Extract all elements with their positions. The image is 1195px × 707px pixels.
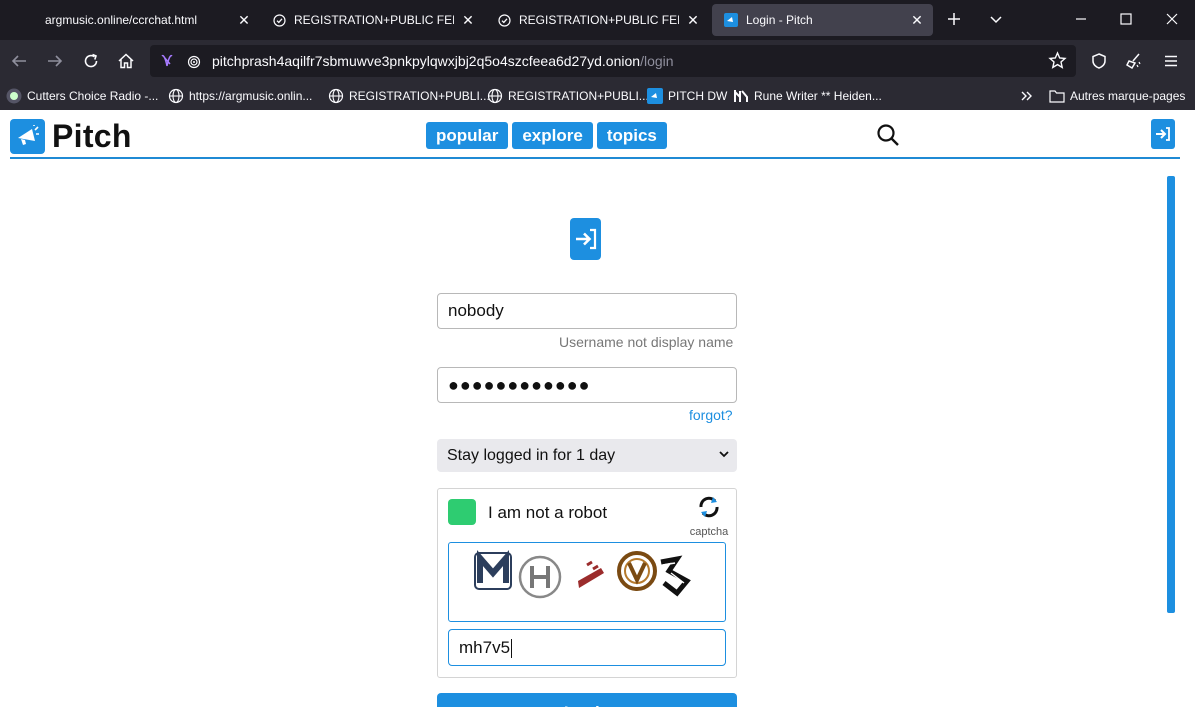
login-arrow-icon — [570, 218, 601, 260]
page-scrollbar[interactable] — [1167, 176, 1175, 613]
nav-popular[interactable]: popular — [426, 122, 509, 149]
minimize-icon[interactable] — [1058, 0, 1104, 38]
bookmark-label: https://argmusic.onlin... — [189, 89, 313, 103]
megaphone-icon — [10, 119, 45, 154]
password-input[interactable]: ●●●●●●●●●●●● — [437, 367, 737, 403]
captcha-widget: I am not a robot captcha mh7v5 — [437, 488, 737, 678]
new-identity-broom-icon[interactable] — [1122, 49, 1146, 73]
maximize-icon[interactable] — [1103, 0, 1149, 38]
bookmark-registration-2[interactable]: REGISTRATION+PUBLI... — [487, 87, 649, 105]
login-arrow-icon[interactable] — [1151, 119, 1175, 149]
top-navigation: popular explore topics — [426, 122, 667, 149]
bookmarks-overflow-chevron-icon[interactable] — [1020, 87, 1034, 105]
tab-title: Login - Pitch — [746, 13, 813, 27]
captcha-input[interactable]: mh7v5 — [448, 629, 726, 666]
bookmark-rune-writer[interactable]: Rune Writer ** Heiden... — [733, 87, 882, 105]
url-path: /login — [640, 53, 674, 69]
captcha-glyph-5 — [660, 555, 691, 597]
bookmark-label: PITCH DW — [668, 89, 728, 103]
captcha-input-value: mh7v5 — [459, 638, 511, 657]
pitch-icon — [647, 88, 663, 104]
bookmark-cutters-choice[interactable]: Cutters Choice Radio -... — [6, 87, 158, 105]
url-text[interactable]: pitchprash4aqilfr7sbmuwve3pnkpylqwxjbj2q… — [212, 53, 674, 69]
nav-topics[interactable]: topics — [596, 122, 667, 149]
text-caret — [511, 639, 513, 659]
globe-icon — [168, 88, 184, 104]
captcha-glyph-7 — [578, 560, 604, 588]
radio-icon — [6, 88, 22, 104]
captcha-glyph-m — [474, 549, 512, 590]
username-hint: Username not display name — [559, 334, 734, 350]
rune-icon — [733, 88, 749, 104]
chevron-down-icon — [719, 439, 729, 472]
bookmark-label: REGISTRATION+PUBLI... — [349, 89, 490, 103]
captcha-brand: captcha — [689, 526, 729, 538]
close-icon[interactable]: ✕ — [909, 12, 925, 28]
tor-onion-icon[interactable] — [160, 53, 174, 74]
captcha-checkbox[interactable] — [448, 499, 476, 525]
tab-registration-2[interactable]: REGISTRATION+PUBLIC FEED - ✕ — [485, 4, 709, 36]
nav-explore[interactable]: explore — [512, 122, 593, 149]
home-icon[interactable] — [114, 49, 138, 73]
stay-logged-in-value: Stay logged in for 1 day — [447, 447, 616, 464]
close-icon[interactable]: ✕ — [460, 12, 476, 28]
other-bookmarks-folder[interactable]: Autres marque-pages — [1049, 87, 1185, 105]
close-icon[interactable]: ✕ — [685, 12, 701, 28]
tab-title: REGISTRATION+PUBLIC FEED - — [519, 13, 679, 27]
site-name: Pitch — [52, 118, 132, 154]
bookmark-registration-1[interactable]: REGISTRATION+PUBLI... — [328, 87, 490, 105]
address-bar[interactable]: pitchprash4aqilfr7sbmuwve3pnkpylqwxjbj2q… — [150, 45, 1076, 77]
onion-site-icon[interactable] — [187, 53, 201, 74]
login-submit-button[interactable]: Login — [437, 693, 737, 707]
globe-icon — [487, 88, 503, 104]
navigation-toolbar: pitchprash4aqilfr7sbmuwve3pnkpylqwxjbj2q… — [0, 40, 1195, 82]
tab-argmusic[interactable]: argmusic.online/ccrchat.html ✕ — [0, 4, 260, 36]
bookmark-star-icon[interactable] — [1048, 51, 1067, 75]
captcha-glyph-v — [617, 551, 657, 591]
close-window-icon[interactable] — [1149, 0, 1195, 38]
menu-hamburger-icon[interactable] — [1159, 49, 1183, 73]
back-arrow-icon[interactable] — [7, 49, 31, 73]
check-circle-icon — [497, 13, 511, 27]
pitch-favicon-icon — [724, 13, 738, 27]
tab-title: REGISTRATION+PUBLIC FEED - — [294, 13, 454, 27]
folder-icon — [1049, 88, 1065, 104]
check-circle-icon — [272, 13, 286, 27]
captcha-label: I am not a robot — [488, 503, 608, 522]
new-tab-button[interactable] — [931, 0, 977, 38]
bookmark-label: REGISTRATION+PUBLI... — [508, 89, 649, 103]
captcha-image — [448, 542, 726, 622]
tab-list-chevron-icon[interactable] — [973, 0, 1019, 38]
captcha-refresh-icon — [696, 496, 722, 524]
reload-icon[interactable] — [79, 49, 103, 73]
stay-logged-in-select[interactable]: Stay logged in for 1 day — [437, 439, 737, 472]
site-logo[interactable]: Pitch — [10, 118, 132, 155]
close-icon[interactable]: ✕ — [236, 12, 252, 28]
forward-arrow-icon[interactable] — [43, 49, 67, 73]
bookmark-pitch-dw[interactable]: PITCH DW — [647, 87, 727, 105]
bookmark-label: Autres marque-pages — [1070, 89, 1186, 103]
url-host: pitchprash4aqilfr7sbmuwve3pnkpylqwxjbj2q… — [212, 53, 641, 69]
captcha-logo: captcha — [684, 494, 734, 538]
bookmark-argmusic[interactable]: https://argmusic.onlin... — [168, 87, 312, 105]
username-input[interactable]: nobody — [437, 293, 737, 329]
bookmarks-toolbar: Cutters Choice Radio -... https://argmus… — [0, 82, 1195, 110]
tab-bar: argmusic.online/ccrchat.html ✕ REGISTRAT… — [0, 0, 1195, 40]
shield-icon[interactable] — [1087, 49, 1111, 73]
globe-icon — [328, 88, 344, 104]
forgot-password-link[interactable]: forgot? — [689, 407, 733, 423]
tab-login-pitch[interactable]: Login - Pitch ✕ — [712, 4, 933, 36]
site-header: Pitch popular explore topics — [10, 114, 1180, 159]
search-icon[interactable] — [876, 123, 900, 147]
bookmark-label: Cutters Choice Radio -... — [27, 89, 159, 103]
tab-registration-1[interactable]: REGISTRATION+PUBLIC FEED - ✕ — [260, 4, 484, 36]
tab-title: argmusic.online/ccrchat.html — [45, 13, 198, 27]
captcha-glyph-h — [518, 555, 562, 599]
bookmark-label: Rune Writer ** Heiden... — [754, 89, 882, 103]
